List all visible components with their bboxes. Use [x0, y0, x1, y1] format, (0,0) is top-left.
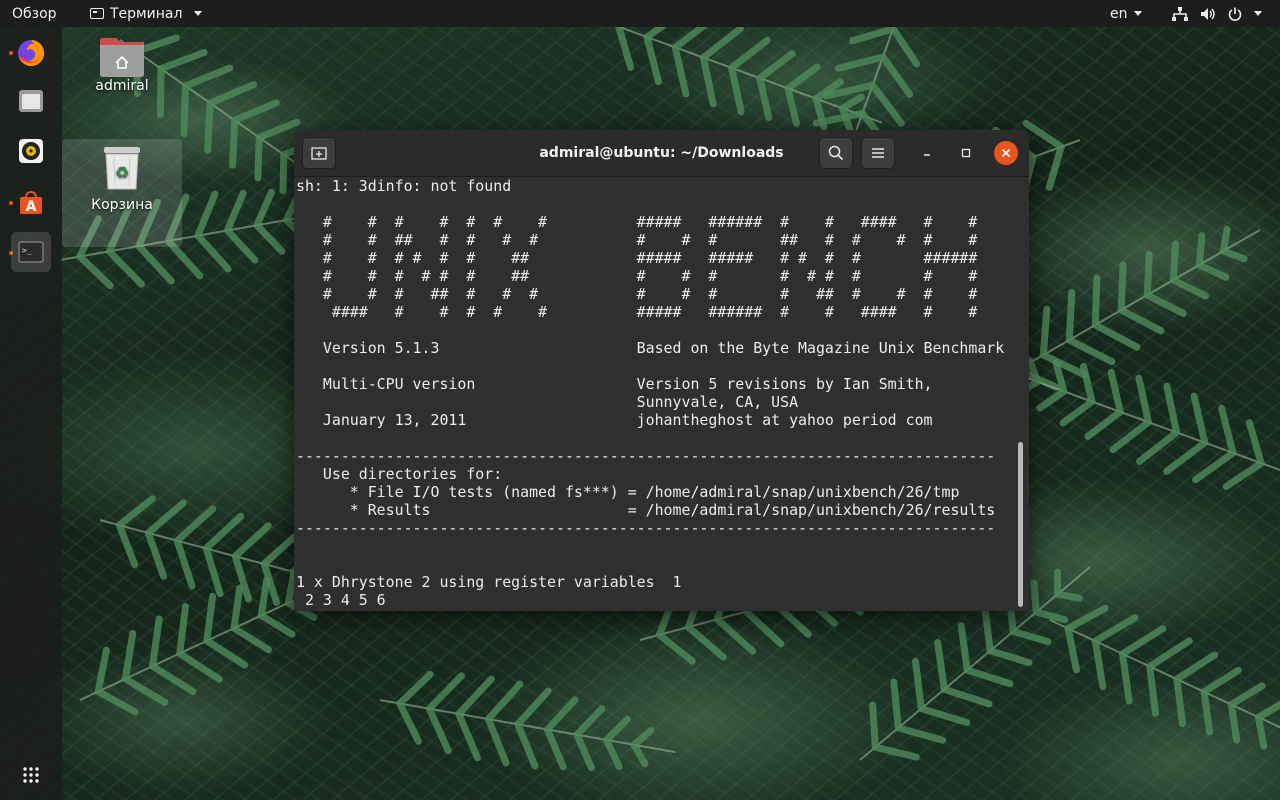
minimize-icon — [924, 154, 930, 156]
desktop-icon-label: admiral — [95, 78, 149, 94]
desktop-icon-home[interactable]: admiral — [62, 36, 182, 100]
close-button[interactable] — [994, 141, 1018, 165]
terminal-line: * Results = /home/admiral/snap/unixbench… — [296, 501, 996, 519]
terminal-line: 1 x Dhrystone 2 using register variables… — [296, 573, 682, 591]
home-folder-icon — [100, 38, 144, 77]
scrollbar[interactable] — [1018, 442, 1023, 607]
system-menu-caret-icon — [1254, 11, 1262, 16]
dock-item-files[interactable] — [11, 81, 51, 121]
terminal-line: # # ## # # # # # # # ## # # # # # — [296, 231, 978, 249]
hamburger-menu-icon — [872, 148, 884, 158]
firefox-icon — [18, 39, 45, 66]
terminal-line: 2 3 4 5 6 — [296, 591, 386, 609]
app-menu[interactable]: Терминал — [90, 0, 203, 27]
power-icon — [1228, 7, 1242, 21]
app-menu-label: Терминал — [110, 5, 183, 22]
svg-text:♻: ♻ — [115, 163, 129, 182]
software-center-icon: A — [20, 191, 42, 215]
terminal-headerbar[interactable]: admiral@ubuntu: ~/Downloads — [294, 130, 1029, 177]
svg-text:>_: >_ — [22, 246, 32, 255]
language-label: en — [1110, 5, 1128, 22]
rhythmbox-icon — [19, 139, 43, 163]
dock-item-firefox[interactable] — [11, 33, 51, 73]
terminal-line: # # # # # # ## # # # # # # # # # — [296, 267, 978, 285]
desktop-icon-trash[interactable]: ♻ Корзина — [62, 139, 182, 247]
terminal-line: Multi-CPU version Version 5 revisions by… — [296, 375, 933, 393]
trash-icon: ♻ — [104, 147, 140, 190]
terminal-line: # # # ## # # # # # # # ## # # # # — [296, 285, 978, 303]
terminal-line: * File I/O tests (named fs***) = /home/a… — [296, 483, 960, 501]
terminal-output[interactable]: sh: 1: 3dinfo: not found # # # # # # # #… — [294, 177, 1024, 611]
app-grid-icon — [23, 767, 39, 783]
search-button[interactable] — [819, 137, 853, 169]
chevron-down-icon — [194, 11, 203, 16]
terminal-window[interactable]: admiral@ubuntu: ~/Downloads sh: 1: 3dinf… — [294, 130, 1029, 611]
new-tab-button[interactable] — [302, 137, 336, 169]
chevron-down-icon — [1133, 11, 1142, 16]
terminal-line: ----------------------------------------… — [296, 447, 996, 465]
show-applications-button[interactable] — [11, 755, 51, 795]
terminal-line: Sunnyvale, CA, USA — [296, 393, 799, 411]
svg-text:A: A — [26, 199, 37, 215]
terminal-line: Use directories for: — [296, 465, 503, 483]
system-menu[interactable] — [1172, 0, 1262, 27]
files-icon — [19, 90, 43, 112]
minimize-button[interactable] — [915, 141, 939, 165]
terminal-line: # # # # # # # ##### ###### # # #### # # — [296, 213, 978, 231]
language-indicator[interactable]: en — [1110, 0, 1142, 27]
maximize-button[interactable] — [954, 141, 978, 165]
desktop-icon-label: Корзина — [91, 197, 153, 213]
terminal-line: #### # # # # # ##### ###### # # #### # # — [296, 303, 978, 321]
terminal-line: sh: 1: 3dinfo: not found — [296, 177, 512, 195]
terminal-line: Version 5.1.3 Based on the Byte Magazine… — [296, 339, 1005, 357]
menu-button[interactable] — [861, 137, 895, 169]
dock-item-terminal[interactable]: >_ — [11, 232, 51, 272]
volume-icon — [1201, 7, 1215, 20]
activities-button[interactable]: Обзор — [12, 0, 57, 27]
window-title: admiral@ubuntu: ~/Downloads — [539, 145, 784, 161]
terminal-line: ----------------------------------------… — [296, 519, 996, 537]
new-tab-icon — [311, 147, 327, 160]
maximize-icon — [961, 148, 971, 158]
dock: A >_ — [0, 27, 62, 800]
terminal-app-icon — [90, 8, 104, 19]
top-bar: Обзор Терминал en — [0, 0, 1280, 27]
close-icon — [1001, 148, 1011, 158]
dock-item-ubuntu-software[interactable]: A — [11, 182, 51, 222]
dock-item-rhythmbox[interactable] — [11, 131, 51, 171]
terminal-line: # # # # # # ## ##### ##### # # # # #####… — [296, 249, 978, 267]
terminal-line: January 13, 2011 johantheghost at yahoo … — [296, 411, 933, 429]
network-icon — [1172, 6, 1188, 21]
search-icon — [828, 145, 844, 161]
terminal-screen: sh: 1: 3dinfo: not found # # # # # # # #… — [294, 177, 1024, 609]
terminal-icon: >_ — [18, 241, 44, 263]
